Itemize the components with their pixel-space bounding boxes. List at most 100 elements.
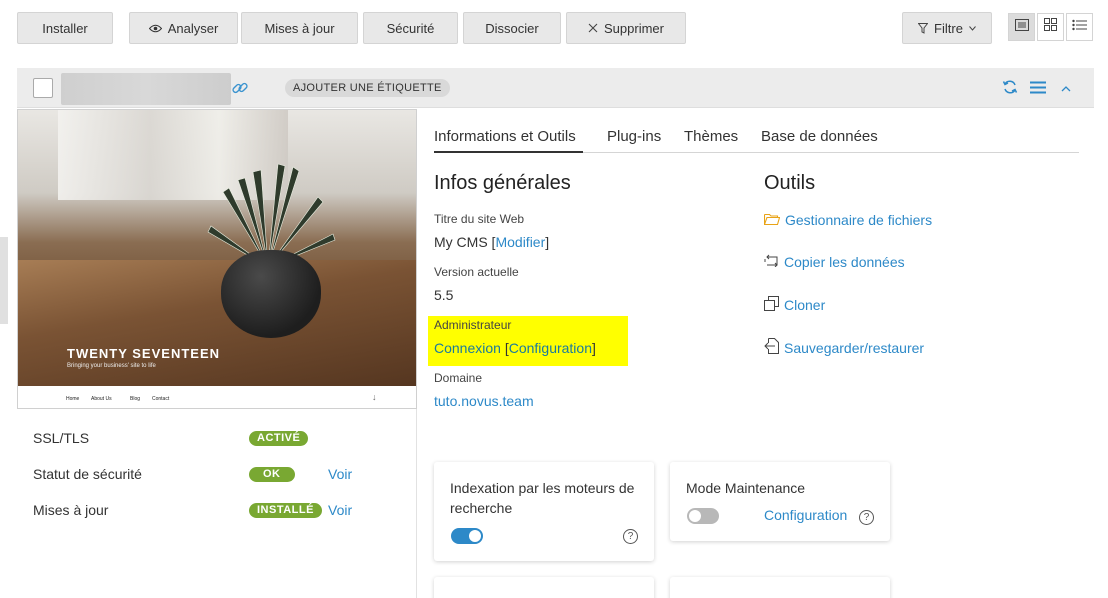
analyze-button[interactable]: Analyser xyxy=(129,12,238,44)
backup-restore-link[interactable]: Sauvegarder/restaurer xyxy=(764,338,924,357)
site-title-text: My CMS xyxy=(434,234,488,250)
site-preview[interactable]: TWENTY SEVENTEEN Bringing your business'… xyxy=(17,109,417,409)
preview-nav-item: Contact xyxy=(152,396,170,402)
site-title-value: My CMS [Modifier] xyxy=(434,234,550,250)
filter-button[interactable]: Filtre xyxy=(902,12,992,44)
backup-restore-label: Sauvegarder/restaurer xyxy=(784,339,925,356)
status-row-updates: Mises à jour INSTALLÉ Voir xyxy=(33,499,403,535)
version-value: 5.5 xyxy=(434,287,454,303)
help-icon[interactable]: ? xyxy=(859,510,874,525)
install-button[interactable]: Installer xyxy=(17,12,113,44)
preview-nav-item: About Us xyxy=(91,396,112,402)
tile-partial xyxy=(670,577,890,598)
search-indexing-toggle[interactable] xyxy=(451,528,483,544)
tab-plugins[interactable]: Plug-ins xyxy=(607,128,661,153)
admin-label: Administrateur xyxy=(434,318,512,332)
site-tabs: Informations et Outils Plug-ins Thèmes B… xyxy=(434,128,1079,153)
clone-icon xyxy=(764,296,779,314)
preview-site-title: TWENTY SEVENTEEN xyxy=(67,346,221,361)
updates-label: Mises à jour xyxy=(264,20,335,36)
tab-themes[interactable]: Thèmes xyxy=(684,128,738,153)
status-label: Mises à jour xyxy=(33,502,109,518)
updates-view-link[interactable]: Voir xyxy=(328,502,352,518)
modify-link[interactable]: Modifier xyxy=(495,234,545,250)
status-label: Statut de sécurité xyxy=(33,466,142,482)
detach-label: Dissocier xyxy=(485,20,539,36)
maintenance-mode-title: Mode Maintenance xyxy=(686,480,806,496)
search-indexing-tile: Indexation par les moteurs de recherche … xyxy=(434,462,654,561)
preview-nav: Home About Us Blog Contact ↓ xyxy=(18,386,416,408)
admin-config-link[interactable]: Configuration xyxy=(509,340,592,356)
filter-icon xyxy=(918,22,929,34)
status-row-ssl: SSL/TLS ACTIVÉ xyxy=(33,427,403,463)
tile-partial xyxy=(434,577,654,598)
add-tag-button[interactable]: AJOUTER UNE ÉTIQUETTE xyxy=(285,79,450,97)
preview-photo: TWENTY SEVENTEEN Bringing your business'… xyxy=(18,110,416,386)
general-info-heading: Infos générales xyxy=(434,172,571,194)
admin-links: Connexion [Configuration] xyxy=(434,340,596,356)
copy-data-link[interactable]: Copier les données xyxy=(764,254,905,270)
file-manager-link[interactable]: Gestionnaire de fichiers xyxy=(763,212,933,228)
domain-label: Domaine xyxy=(434,371,483,385)
copy-data-icon xyxy=(764,254,779,270)
site-name-redacted xyxy=(61,73,231,105)
site-title-label: Titre du site Web xyxy=(434,212,525,226)
delete-label: Supprimer xyxy=(604,20,664,36)
clone-label: Cloner xyxy=(784,297,826,313)
tab-database[interactable]: Base de données xyxy=(761,128,878,153)
preview-nav-item: Blog xyxy=(130,396,141,402)
file-manager-label: Gestionnaire de fichiers xyxy=(785,212,933,228)
status-label: SSL/TLS xyxy=(33,430,90,446)
eye-icon xyxy=(148,24,162,33)
status-list: SSL/TLS ACTIVÉ Statut de sécurité OK Voi… xyxy=(33,427,403,535)
folder-icon xyxy=(763,212,781,228)
clone-link[interactable]: Cloner xyxy=(764,296,825,314)
status-badge: ACTIVÉ xyxy=(249,431,309,446)
site-select-checkbox[interactable] xyxy=(33,78,53,98)
detach-button[interactable]: Dissocier xyxy=(463,12,561,44)
delete-button[interactable]: Supprimer xyxy=(566,12,686,44)
status-badge: INSTALLÉ xyxy=(249,503,322,518)
search-indexing-title: Indexation par les moteurs de recherche xyxy=(450,480,635,516)
header-actions xyxy=(1002,79,1074,100)
menu-icon[interactable] xyxy=(1030,81,1046,99)
site-left-panel: TWENTY SEVENTEEN Bringing your business'… xyxy=(17,109,417,598)
chevron-up-icon[interactable] xyxy=(1058,81,1074,99)
refresh-icon[interactable] xyxy=(1002,79,1018,100)
link-icon[interactable] xyxy=(231,79,249,102)
security-button[interactable]: Sécurité xyxy=(363,12,458,44)
login-link[interactable]: Connexion xyxy=(434,340,501,356)
chevron-down-icon xyxy=(969,25,976,31)
close-icon xyxy=(588,23,598,33)
version-label: Version actuelle xyxy=(434,265,519,279)
filter-label: Filtre xyxy=(934,20,963,36)
preview-site-subtitle: Bringing your business' site to life xyxy=(67,363,156,369)
maintenance-config-link[interactable]: Configuration xyxy=(764,507,847,523)
tools-heading: Outils xyxy=(764,172,816,194)
security-view-link[interactable]: Voir xyxy=(328,466,352,482)
card-view-button[interactable] xyxy=(1008,13,1035,41)
maintenance-mode-toggle[interactable] xyxy=(687,508,719,524)
security-label: Sécurité xyxy=(386,20,435,36)
updates-button[interactable]: Mises à jour xyxy=(241,12,358,44)
grid-view-icon xyxy=(1044,18,1057,36)
maintenance-mode-tile: Mode Maintenance Configuration ? xyxy=(670,462,890,541)
list-view-icon xyxy=(1072,18,1087,36)
arrow-down-icon: ↓ xyxy=(372,392,377,402)
list-view-button[interactable] xyxy=(1066,13,1093,41)
analyze-label: Analyser xyxy=(167,20,219,36)
toolbar: Installer Analyser Mises à jour Sécurité… xyxy=(0,0,1108,56)
preview-nav-item: Home xyxy=(66,396,80,402)
side-collapse-tab[interactable] xyxy=(0,237,8,324)
status-row-security: Statut de sécurité OK Voir xyxy=(33,463,403,499)
grid-view-button[interactable] xyxy=(1037,13,1064,41)
copy-data-label: Copier les données xyxy=(784,254,905,270)
card-view-icon xyxy=(1014,18,1029,36)
status-badge: OK xyxy=(249,467,295,482)
site-card-header: AJOUTER UNE ÉTIQUETTE xyxy=(17,68,1094,108)
tab-info-tools[interactable]: Informations et Outils xyxy=(434,128,583,153)
help-icon[interactable]: ? xyxy=(623,529,638,544)
domain-link[interactable]: tuto.novus.team xyxy=(434,393,534,409)
install-label: Installer xyxy=(42,20,88,36)
backup-restore-icon xyxy=(764,338,779,357)
